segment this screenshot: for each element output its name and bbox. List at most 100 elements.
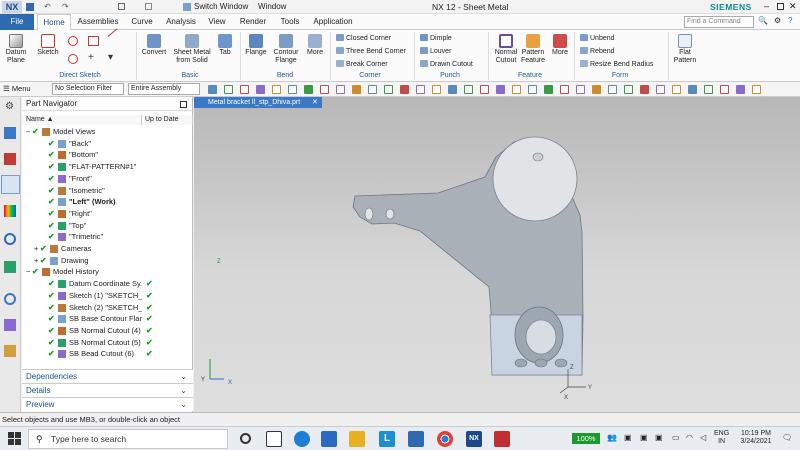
tree-row[interactable]: ✔ "FLAT-PATTERN#1" (24, 161, 200, 173)
unbend-button[interactable]: Unbend (578, 34, 666, 43)
maximize-panel-icon[interactable] (180, 101, 187, 108)
quadrant-icon[interactable] (304, 85, 313, 94)
arc-center-icon[interactable] (288, 85, 297, 94)
datum-plane-button[interactable]: Datum Plane (2, 34, 30, 65)
perspective-icon[interactable] (704, 85, 713, 94)
three-bend-corner-button[interactable]: Three Bend Corner (334, 47, 414, 56)
snap-point-icon[interactable] (208, 85, 217, 94)
sketch-button[interactable]: Sketch (34, 34, 62, 57)
tree-row[interactable]: ✔ "Bottom" (24, 149, 200, 161)
restore-icon[interactable] (777, 3, 784, 10)
tree-row[interactable]: + ✔ Drawing (24, 255, 200, 267)
language-indicator[interactable]: ENG IN (714, 430, 729, 446)
visible-checkmark-icon[interactable]: ✔ (40, 243, 47, 255)
battery-indicator[interactable]: 100% (572, 433, 600, 444)
media-app-icon[interactable] (494, 431, 510, 447)
point-on-face-icon[interactable] (352, 85, 361, 94)
menu-button[interactable]: ☰ Menu (3, 84, 31, 93)
windows-start-icon[interactable] (8, 432, 21, 445)
visible-checkmark-icon[interactable]: ✔ (48, 290, 55, 302)
mid-point-icon[interactable] (240, 85, 249, 94)
column-header-name[interactable]: Name ▲ (22, 115, 142, 125)
save-icon[interactable] (26, 3, 34, 11)
pan-icon[interactable] (432, 85, 441, 94)
visible-checkmark-icon[interactable]: ✔ (48, 220, 55, 232)
tray-app-icon[interactable]: ▣ (624, 433, 632, 442)
closed-corner-button[interactable]: Closed Corner (334, 34, 414, 43)
control-point-icon[interactable] (256, 85, 265, 94)
more-tools-icon[interactable] (752, 85, 761, 94)
visible-checkmark-icon[interactable]: ✔ (48, 325, 55, 337)
window-menu[interactable]: Window (258, 2, 286, 11)
rectangle-icon[interactable] (88, 36, 99, 46)
section-icon[interactable] (512, 85, 521, 94)
more-sketch-icon[interactable]: ▾ (108, 52, 113, 63)
visible-checkmark-icon[interactable]: ✔ (48, 173, 55, 185)
louver-button[interactable]: Louver (418, 47, 488, 56)
resize-bend-radius-button[interactable]: Resize Bend Radius (578, 60, 666, 69)
assembly-navigator-icon[interactable] (4, 127, 16, 139)
tray-app-icon-3[interactable]: ▣ (655, 433, 663, 442)
tab-file[interactable]: File (0, 14, 34, 30)
fit-icon[interactable] (688, 85, 697, 94)
existing-point-icon[interactable] (320, 85, 329, 94)
tree-row[interactable]: ✔ Datum Coordinate Sy... ✔ (24, 278, 200, 290)
clock-icon[interactable] (4, 293, 16, 305)
tree-row[interactable]: ✔ "Trimetric" (24, 231, 200, 243)
help-icon[interactable]: ? (788, 16, 792, 25)
tree-row[interactable]: ✔ Sketch (2) "SKETCH_0... ✔ (24, 302, 200, 314)
constraint-navigator-icon[interactable] (4, 153, 16, 165)
visible-checkmark-icon[interactable]: ✔ (48, 278, 55, 290)
visible-checkmark-icon[interactable]: ✔ (48, 185, 55, 197)
details-panel[interactable]: Details ⌄ (22, 383, 193, 397)
dependencies-panel[interactable]: Dependencies ⌄ (22, 369, 193, 383)
people-icon[interactable] (321, 431, 337, 447)
tree-row[interactable]: ✔ "Left" (Work) (24, 196, 200, 208)
view-fit-icon[interactable] (384, 85, 393, 94)
expand-toggle-icon[interactable]: − (26, 266, 30, 278)
background-icon[interactable] (656, 85, 665, 94)
tab-tools[interactable]: Tools (275, 14, 305, 30)
system-materials-icon[interactable] (4, 319, 16, 331)
layer-icon[interactable] (496, 85, 505, 94)
hide-icon[interactable] (544, 85, 553, 94)
visible-checkmark-icon[interactable]: ✔ (48, 208, 55, 220)
pattern-feature-button[interactable]: Pattern Feature (520, 34, 546, 65)
arc-icon[interactable] (68, 36, 78, 46)
visible-checkmark-icon[interactable]: ✔ (48, 161, 55, 173)
copy-icon[interactable] (118, 3, 125, 10)
shade-icon[interactable] (448, 85, 457, 94)
clipping-icon[interactable] (592, 85, 601, 94)
tab-render[interactable]: Render (236, 14, 270, 30)
visible-checkmark-icon[interactable]: ✔ (48, 313, 55, 325)
visible-checkmark-icon[interactable]: ✔ (48, 231, 55, 243)
tray-app-icon-2[interactable]: ▣ (640, 433, 648, 442)
expand-toggle-icon[interactable]: + (34, 255, 38, 267)
sheet-metal-from-solid-button[interactable]: Sheet Metal from Solid (172, 34, 212, 65)
tree-row[interactable]: ✔ SB Normal Cutout (5) ✔ (24, 337, 200, 349)
expand-toggle-icon[interactable]: + (34, 243, 38, 255)
circle-icon[interactable] (68, 54, 78, 64)
tree-row[interactable]: ✔ SB Bead Cutout (6) ✔ (24, 348, 200, 360)
flange-button[interactable]: Flange (244, 34, 268, 57)
app-l-icon[interactable]: L (379, 431, 395, 447)
preview-panel[interactable]: Preview ⌄ (22, 397, 193, 411)
process-studio-icon[interactable] (4, 345, 16, 357)
taskbar-search-box[interactable]: Type here to search (28, 429, 228, 449)
wifi-icon[interactable]: ◠ (686, 433, 693, 442)
notification-icon[interactable]: 🗨 (782, 433, 792, 442)
edit-section-icon[interactable] (624, 85, 633, 94)
visible-checkmark-icon[interactable]: ✔ (48, 348, 55, 360)
show-icon[interactable] (560, 85, 569, 94)
visible-checkmark-icon[interactable]: ✔ (32, 266, 39, 278)
teams-icon[interactable] (408, 431, 424, 447)
visible-checkmark-icon[interactable]: ✔ (48, 138, 55, 150)
bracket-model[interactable] (194, 97, 800, 412)
tree-row[interactable]: ✔ SB Normal Cutout (4) ✔ (24, 325, 200, 337)
tree-row[interactable]: + ✔ Cameras (24, 243, 200, 255)
break-corner-button[interactable]: Break Corner (334, 60, 414, 69)
cortana-icon[interactable] (240, 433, 251, 444)
visible-checkmark-icon[interactable]: ✔ (48, 196, 55, 208)
visible-checkmark-icon[interactable]: ✔ (48, 337, 55, 349)
gear-icon[interactable]: ⚙ (5, 101, 14, 112)
